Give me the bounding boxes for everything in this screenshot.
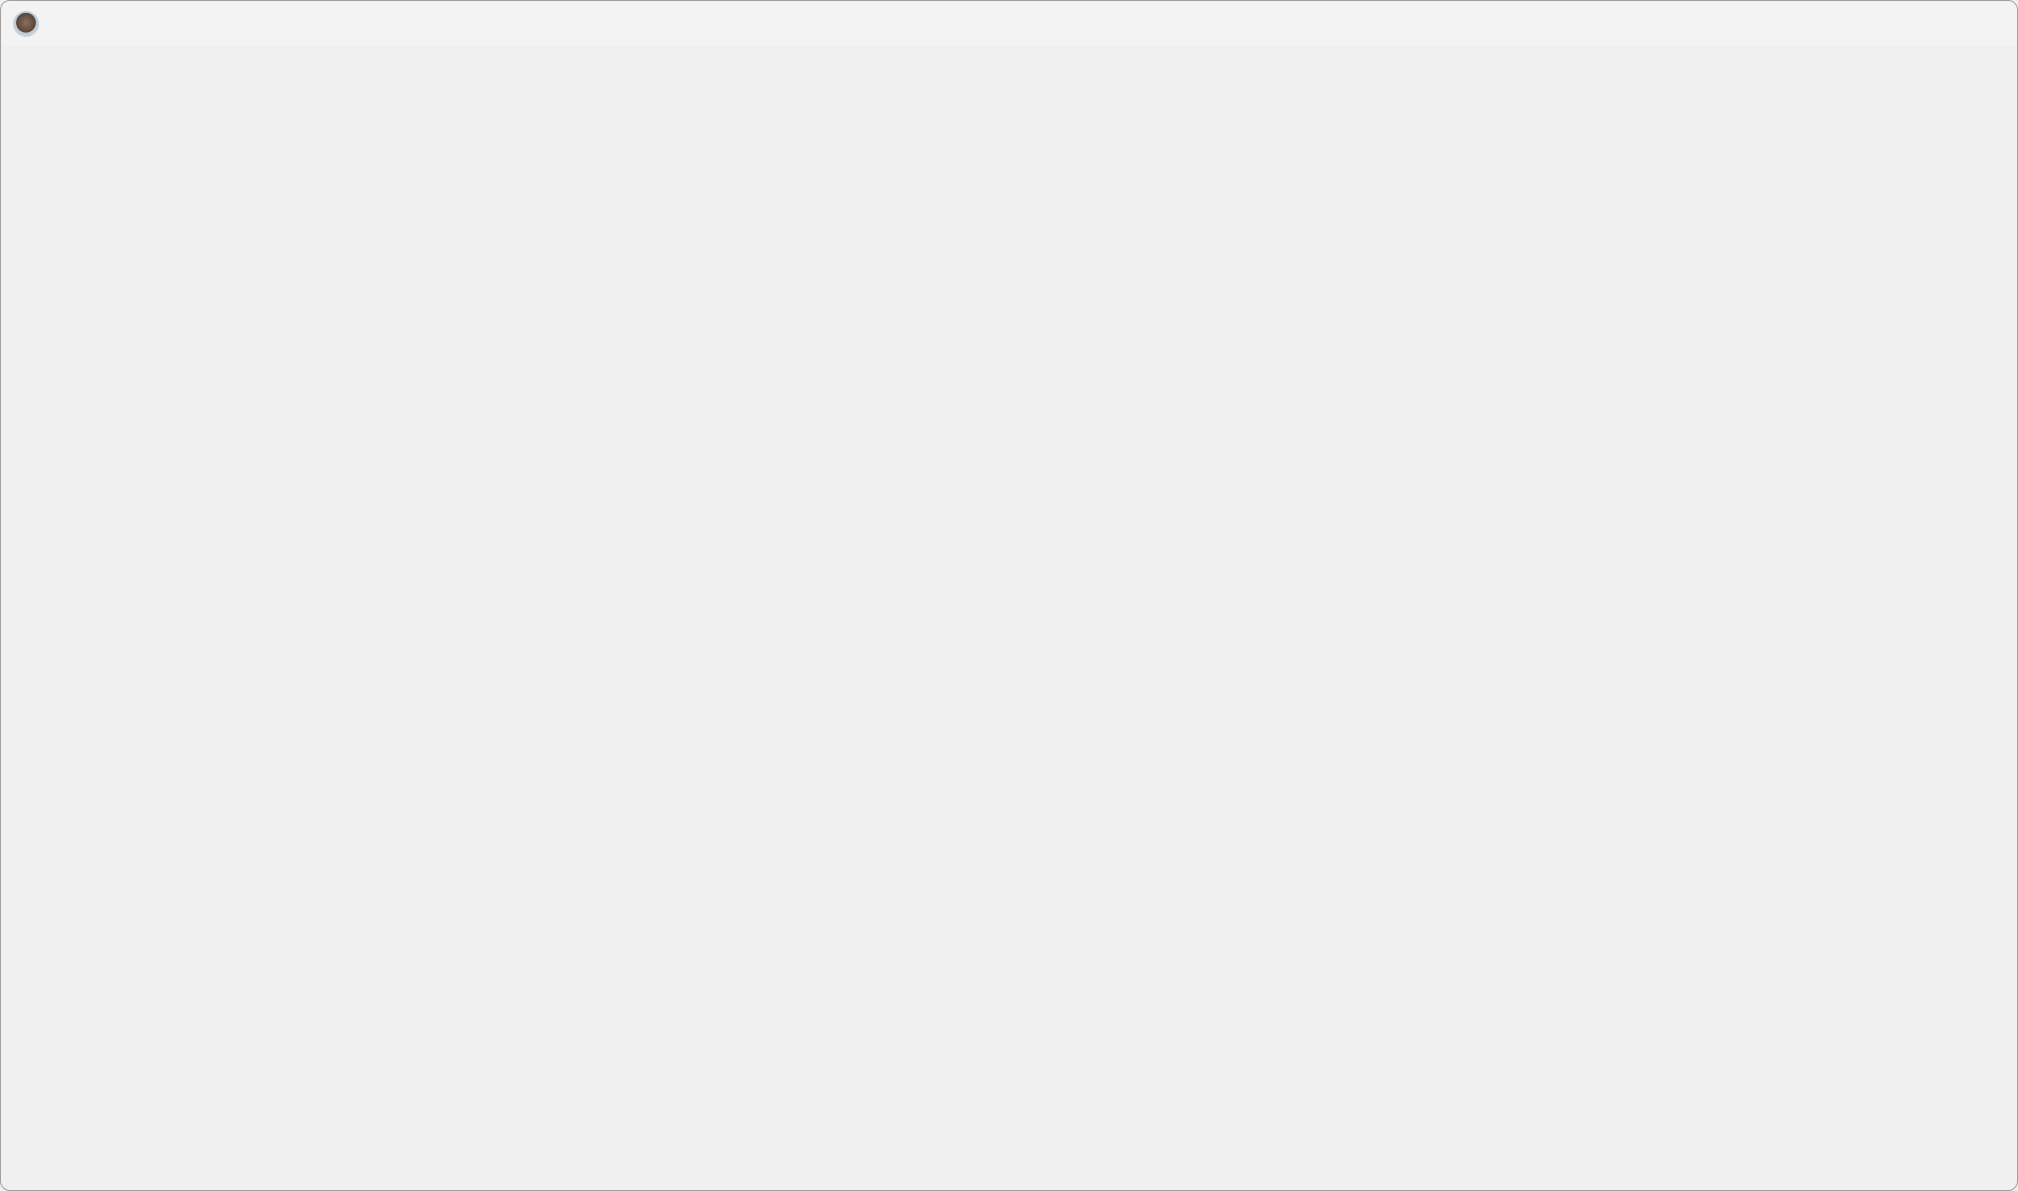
dbeaver-window: [0, 0, 2018, 1191]
minimize-button[interactable]: [1876, 1, 1946, 46]
dbeaver-logo-icon: [13, 10, 39, 37]
title-bar: [1, 1, 2017, 46]
